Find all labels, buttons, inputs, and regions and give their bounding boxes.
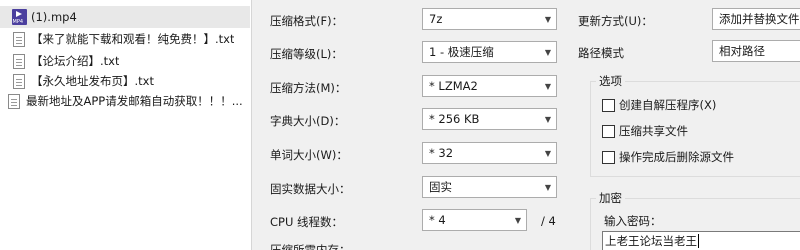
chevron-down-icon: ▼ xyxy=(544,81,552,91)
encryption-group-title: 加密 xyxy=(596,190,625,206)
txt-file-icon xyxy=(11,31,27,47)
chevron-down-icon: ▼ xyxy=(544,14,552,24)
method-label: 压缩方法(M)： xyxy=(270,81,347,95)
file-list-item[interactable]: 【论坛介绍】.txt xyxy=(0,50,250,72)
file-list: (1).mp4 【来了就能下载和观看！纯免费！】.txt 【论坛介绍】.txt … xyxy=(0,0,252,250)
memory-label: 压缩所需内存： xyxy=(270,243,351,250)
path-label: 路径模式 xyxy=(578,46,624,60)
chevron-down-icon: ▼ xyxy=(544,148,552,158)
level-label: 压缩等级(L)： xyxy=(270,47,343,61)
file-name: 【来了就能下载和观看！纯免费！】.txt xyxy=(31,32,235,46)
solid-value: 固实 xyxy=(429,180,452,194)
chevron-down-icon: ▼ xyxy=(544,182,552,192)
file-list-item[interactable]: (1).mp4 xyxy=(0,6,250,28)
file-list-item[interactable]: 【永久地址发布页】.txt xyxy=(0,70,250,92)
solid-select[interactable]: 固实 ▼ xyxy=(422,176,557,198)
chevron-down-icon: ▼ xyxy=(544,47,552,57)
method-value: * LZMA2 xyxy=(429,79,478,93)
checkbox-box[interactable] xyxy=(602,98,615,112)
text-caret xyxy=(698,234,699,248)
sfx-checkbox-label: 创建自解压程序(X) xyxy=(619,98,717,112)
compression-dialog: 压缩格式(F)： 压缩等级(L)： 压缩方法(M)： 字典大小(D)： 单词大小… xyxy=(252,0,800,250)
solid-label: 固实数据大小： xyxy=(270,182,351,196)
cpu-total: / 4 xyxy=(541,214,556,228)
file-list-item[interactable]: 【来了就能下载和观看！纯免费！】.txt xyxy=(0,28,250,50)
chevron-down-icon: ▼ xyxy=(544,114,552,124)
word-select[interactable]: * 32 ▼ xyxy=(422,142,557,164)
password-input[interactable]: 上老王论坛当老王 xyxy=(602,231,800,250)
txt-file-icon xyxy=(11,73,27,89)
checkbox-box[interactable] xyxy=(602,124,615,138)
file-name: 最新地址及APP请发邮箱自动获取！！！... xyxy=(26,94,243,108)
path-mode-select[interactable]: 相对路径 xyxy=(712,40,800,62)
dict-label: 字典大小(D)： xyxy=(270,114,346,128)
chevron-down-icon: ▼ xyxy=(514,215,522,225)
word-value: * 32 xyxy=(429,146,454,160)
shared-files-checkbox-label: 压缩共享文件 xyxy=(619,124,688,138)
level-select[interactable]: 1 - 极速压缩 ▼ xyxy=(422,41,557,63)
txt-file-icon xyxy=(6,93,22,109)
checkbox-box[interactable] xyxy=(602,150,615,164)
format-select[interactable]: 7z ▼ xyxy=(422,8,557,30)
txt-file-icon xyxy=(11,53,27,69)
sfx-checkbox[interactable]: 创建自解压程序(X) xyxy=(602,97,716,113)
method-select[interactable]: * LZMA2 ▼ xyxy=(422,75,557,97)
cpu-value: * 4 xyxy=(429,213,446,227)
cpu-label: CPU 线程数： xyxy=(270,215,344,229)
file-name: (1).mp4 xyxy=(31,10,77,24)
password-label: 输入密码： xyxy=(604,214,662,228)
level-value: 1 - 极速压缩 xyxy=(429,45,494,59)
password-value: 上老王论坛当老王 xyxy=(605,234,697,248)
cpu-threads-select[interactable]: * 4 ▼ xyxy=(422,209,527,231)
update-label: 更新方式(U)： xyxy=(578,14,653,28)
mp4-file-icon xyxy=(11,9,27,25)
file-name: 【论坛介绍】.txt xyxy=(31,54,120,68)
word-label: 单词大小(W)： xyxy=(270,148,348,162)
format-value: 7z xyxy=(429,12,443,26)
shared-files-checkbox[interactable]: 压缩共享文件 xyxy=(602,123,688,139)
update-mode-select[interactable]: 添加并替换文件 xyxy=(712,8,800,30)
update-value: 添加并替换文件 xyxy=(719,12,800,26)
dict-value: * 256 KB xyxy=(429,112,480,126)
file-name: 【永久地址发布页】.txt xyxy=(31,74,154,88)
dict-select[interactable]: * 256 KB ▼ xyxy=(422,108,557,130)
delete-source-checkbox[interactable]: 操作完成后删除源文件 xyxy=(602,149,734,165)
path-value: 相对路径 xyxy=(719,44,765,58)
file-list-item[interactable]: 最新地址及APP请发邮箱自动获取！！！... xyxy=(0,90,250,112)
delete-source-checkbox-label: 操作完成后删除源文件 xyxy=(619,150,734,164)
options-group-title: 选项 xyxy=(596,73,625,89)
format-label: 压缩格式(F)： xyxy=(270,14,344,28)
